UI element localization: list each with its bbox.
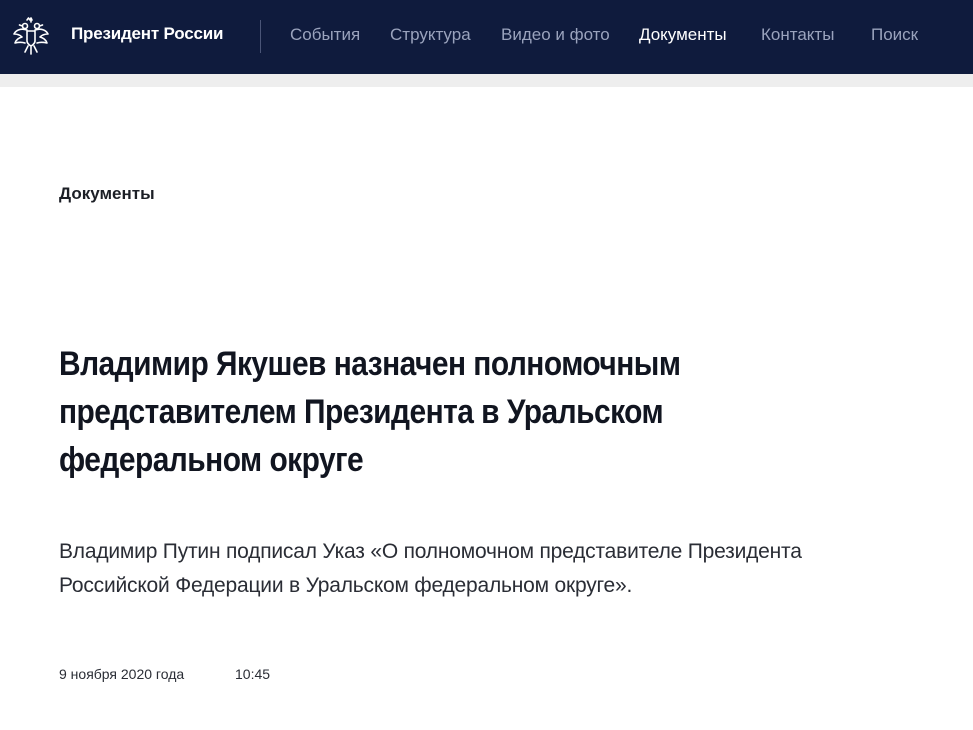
nav-item-search[interactable]: Поиск bbox=[871, 25, 918, 45]
nav-item-events[interactable]: События bbox=[290, 25, 360, 45]
nav-divider bbox=[260, 20, 261, 53]
nav-item-structure[interactable]: Структура bbox=[390, 25, 471, 45]
top-navbar: Президент России События Структура Видео… bbox=[0, 0, 973, 74]
article-time: 10:45 bbox=[235, 666, 271, 682]
brand-title[interactable]: Президент России bbox=[71, 24, 223, 44]
article-date: 9 ноября 2020 года bbox=[59, 666, 185, 682]
article-lead: Владимир Путин подписал Указ «О полномоч… bbox=[59, 540, 802, 597]
header-subbar bbox=[0, 74, 973, 87]
double-headed-eagle-icon[interactable] bbox=[12, 16, 50, 56]
article-title: Владимир Якушев назначен полномочным пре… bbox=[59, 345, 681, 479]
nav-item-contacts[interactable]: Контакты bbox=[761, 25, 834, 45]
nav-item-video-photo[interactable]: Видео и фото bbox=[501, 25, 610, 45]
nav-item-documents[interactable]: Документы bbox=[639, 25, 727, 45]
section-link[interactable]: Документы bbox=[59, 184, 155, 204]
